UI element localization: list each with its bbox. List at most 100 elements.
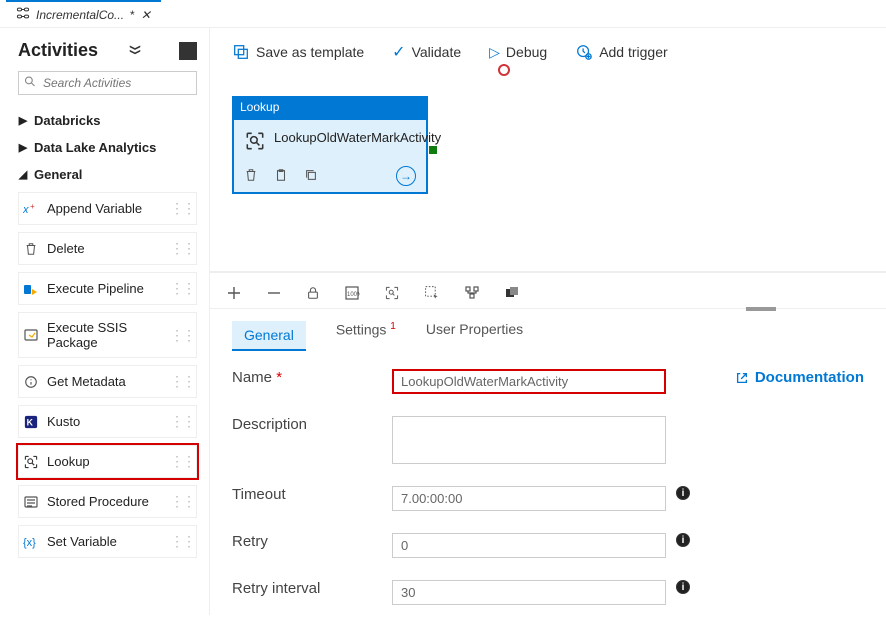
drag-icon: ⋮⋮ (170, 493, 194, 510)
svg-text:K: K (27, 417, 34, 427)
svg-text:{x}: {x} (23, 537, 36, 549)
sidebar-item-set-variable[interactable]: {x} Set Variable⋮⋮ (18, 525, 197, 558)
play-icon: ▷ (489, 44, 500, 61)
search-input[interactable] (18, 71, 197, 95)
retry-label: Retry (232, 533, 392, 550)
retry-interval-input[interactable] (392, 580, 666, 605)
add-trigger-button[interactable]: Add trigger (575, 43, 667, 61)
caret-right-icon: ▶ (18, 114, 28, 127)
timeout-input[interactable] (392, 486, 666, 511)
trash-icon (23, 241, 39, 257)
save-as-template-button[interactable]: Save as template (232, 43, 364, 61)
lookup-icon (244, 130, 266, 152)
name-input[interactable] (392, 369, 666, 394)
fit-to-screen-icon[interactable]: 100% (344, 285, 360, 304)
drag-icon: ⋮⋮ (170, 453, 194, 470)
sidebar-item-stored-procedure[interactable]: Stored Procedure⋮⋮ (18, 485, 197, 518)
select-icon[interactable] (424, 285, 440, 304)
design-canvas[interactable]: Lookup LookupOldWaterMarkActivity → (210, 72, 886, 272)
external-link-icon (735, 371, 749, 385)
drag-icon: ⋮⋮ (170, 240, 194, 257)
lookup-icon (23, 454, 39, 470)
metadata-icon (23, 374, 39, 390)
sidebar-item-delete[interactable]: Delete⋮⋮ (18, 232, 197, 265)
debug-button[interactable]: ▷ Debug (489, 44, 547, 61)
collapse-icon[interactable] (128, 42, 142, 59)
tab-modified: * (130, 8, 135, 22)
documentation-link[interactable]: Documentation (735, 369, 864, 386)
pipeline-icon (16, 6, 30, 23)
lookup-activity-node[interactable]: Lookup LookupOldWaterMarkActivity → (232, 96, 428, 194)
zoom-selection-icon[interactable] (384, 285, 400, 304)
description-input[interactable] (392, 416, 666, 464)
tab-settings[interactable]: Settings 1 (336, 321, 396, 351)
drag-icon: ⋮⋮ (170, 280, 194, 297)
stop-icon[interactable] (179, 42, 197, 60)
node-title: LookupOldWaterMarkActivity (274, 130, 441, 146)
append-variable-icon: x+ (23, 201, 39, 217)
trash-icon[interactable] (244, 168, 260, 184)
info-icon[interactable]: i (676, 580, 690, 594)
activities-sidebar: Activities ▶ Databricks ▶ Dat (0, 28, 210, 615)
drag-icon: ⋮⋮ (170, 413, 194, 430)
run-icon[interactable]: → (396, 166, 416, 186)
node-type-label: Lookup (232, 96, 428, 118)
sidebar-title: Activities (18, 40, 98, 61)
stored-procedure-icon (23, 494, 39, 510)
cat-general[interactable]: ◢ General (18, 161, 197, 188)
description-label: Description (232, 416, 392, 433)
tab-user-properties[interactable]: User Properties (426, 321, 523, 351)
canvas-zoom-toolbar: 100% (210, 272, 886, 309)
timeout-label: Timeout (232, 486, 392, 503)
check-icon: ✓ (392, 42, 405, 62)
sidebar-item-execute-pipeline[interactable]: Execute Pipeline⋮⋮ (18, 272, 197, 305)
success-port-icon[interactable] (429, 146, 437, 154)
name-label: Name (232, 369, 272, 386)
svg-text:x: x (23, 204, 29, 216)
validate-button[interactable]: ✓ Validate (392, 42, 461, 62)
pipeline-icon (23, 281, 39, 297)
search-icon (24, 76, 36, 91)
info-icon[interactable]: i (676, 533, 690, 547)
pipeline-toolbar: Save as template ✓ Validate ▷ Debug Add … (210, 28, 886, 72)
svg-text:+: + (30, 202, 35, 211)
tab-general[interactable]: General (232, 321, 306, 351)
zoom-out-icon[interactable] (266, 285, 282, 304)
svg-text:100%: 100% (347, 292, 360, 298)
sidebar-item-get-metadata[interactable]: Get Metadata⋮⋮ (18, 365, 197, 398)
tab-title: IncrementalCo... (36, 8, 124, 22)
caret-down-icon: ◢ (18, 168, 28, 181)
trigger-icon (575, 43, 593, 61)
cat-data-lake-analytics[interactable]: ▶ Data Lake Analytics (18, 134, 197, 161)
drag-icon: ⋮⋮ (170, 373, 194, 390)
auto-align-icon[interactable] (464, 285, 480, 304)
sidebar-item-execute-ssis-package[interactable]: Execute SSIS Package⋮⋮ (18, 312, 197, 358)
drag-icon: ⋮⋮ (170, 327, 194, 344)
lock-icon[interactable] (306, 286, 320, 303)
cat-databricks[interactable]: ▶ Databricks (18, 107, 197, 134)
close-icon[interactable]: ✕ (141, 8, 151, 22)
zoom-in-icon[interactable] (226, 285, 242, 304)
drag-icon: ⋮⋮ (170, 200, 194, 217)
sidebar-item-append-variable[interactable]: x+ Append Variable⋮⋮ (18, 192, 197, 225)
clipboard-icon[interactable] (274, 168, 290, 184)
retry-input[interactable] (392, 533, 666, 558)
set-variable-icon: {x} (23, 534, 39, 550)
retry-interval-label: Retry interval (232, 580, 392, 597)
resize-handle-icon[interactable] (746, 307, 776, 311)
pipeline-tabs: IncrementalCo... * ✕ (0, 0, 886, 28)
kusto-icon: K (23, 414, 39, 430)
sidebar-item-lookup[interactable]: Lookup⋮⋮ (18, 445, 197, 478)
sidebar-item-kusto[interactable]: K Kusto⋮⋮ (18, 405, 197, 438)
caret-right-icon: ▶ (18, 141, 28, 154)
general-form: Name * Documentation Description Timeout… (210, 351, 886, 627)
info-icon[interactable]: i (676, 486, 690, 500)
tab-incrementalco[interactable]: IncrementalCo... * ✕ (6, 0, 161, 28)
layers-icon[interactable] (504, 285, 520, 304)
cancel-indicator-icon (498, 64, 510, 76)
ssis-icon (23, 327, 39, 343)
drag-icon: ⋮⋮ (170, 533, 194, 550)
template-icon (232, 43, 250, 61)
clone-icon[interactable] (304, 168, 320, 184)
properties-tabs: General Settings 1 User Properties (210, 309, 886, 351)
